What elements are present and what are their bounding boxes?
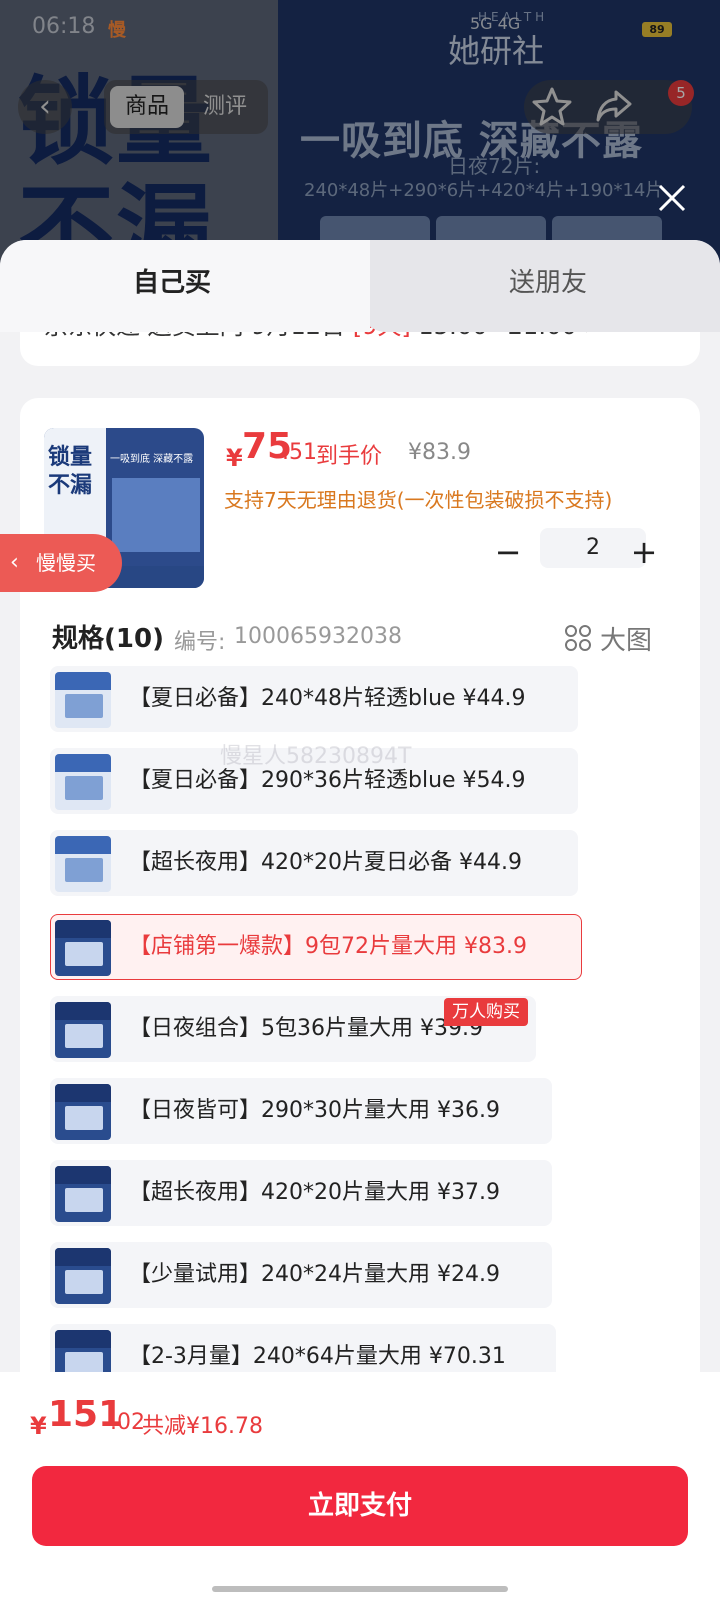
tab-gift-friend[interactable]: 送朋友: [360, 262, 720, 299]
slow-buy-label: 慢慢买: [36, 551, 96, 575]
spec-option[interactable]: 【夏日必备】240*48片轻透blue ¥44.9: [50, 666, 578, 732]
user-watermark: 慢星人58230894T: [220, 744, 412, 769]
big-view-button[interactable]: 大图: [600, 620, 652, 657]
final-price-label: 到手价: [316, 444, 383, 469]
spec-option-image: [55, 1166, 111, 1222]
close-icon[interactable]: [654, 180, 690, 216]
spec-option[interactable]: 【超长夜用】420*20片夏日必备 ¥44.9: [50, 830, 578, 896]
spec-option-label: 【超长夜用】420*20片夏日必备 ¥44.9: [129, 850, 522, 875]
total-decimal: .02: [110, 1410, 145, 1435]
spec-option[interactable]: 【少量试用】240*24片量大用 ¥24.9: [50, 1242, 552, 1308]
original-price: ¥83.9: [408, 440, 471, 465]
spec-option-image: [55, 836, 111, 892]
spec-option-selected[interactable]: 【店铺第一爆款】9包72片量大用 ¥83.9: [50, 914, 582, 980]
quantity-plus-button[interactable]: +: [626, 532, 662, 572]
thumbnail-slogan: 一吸到底 深藏不露: [110, 454, 194, 465]
slow-buy-tag[interactable]: ‹ 慢慢买: [0, 534, 122, 592]
spec-option[interactable]: 【日夜皆可】290*30片量大用 ¥36.9: [50, 1078, 552, 1144]
chevron-left-icon: ‹: [10, 550, 19, 575]
spec-option-label: 【超长夜用】420*20片量大用 ¥37.9: [129, 1180, 500, 1205]
quantity-minus-button[interactable]: −: [490, 532, 526, 572]
spec-option-image: [55, 920, 111, 976]
total-symbol: ¥: [30, 1412, 47, 1440]
return-policy: 支持7天无理由退货(一次性包装破损不支持): [224, 488, 613, 512]
spec-option-label: 【少量试用】240*24片量大用 ¥24.9: [129, 1262, 500, 1287]
spec-option-label: 【日夜皆可】290*30片量大用 ¥36.9: [129, 1098, 500, 1123]
tab-buy-self[interactable]: 自己买: [0, 262, 344, 299]
spec-option-label: 【店铺第一爆款】9包72片量大用 ¥83.9: [129, 934, 527, 959]
product-spec-card: 锁量不漏 一吸到底 深藏不露 ¥ 75 .51 到手价 ¥83.9 支持7天无理…: [20, 398, 700, 1398]
spec-option-image: [55, 1084, 111, 1140]
thumbnail-text: 锁量不漏: [48, 445, 93, 498]
price-decimal: .51: [282, 440, 317, 465]
pay-now-button[interactable]: 立即支付: [32, 1466, 688, 1546]
spec-option-image: [55, 1248, 111, 1304]
spec-code-label: 编号:: [174, 630, 226, 655]
hot-badge: 万人购买: [444, 998, 528, 1026]
spec-option-image: [55, 754, 111, 810]
spec-code: 100065932038: [234, 624, 402, 649]
spec-option-image: [55, 1002, 111, 1058]
total-saving: 共减¥16.78: [142, 1414, 263, 1439]
grid-icon[interactable]: [564, 624, 592, 652]
price-symbol: ¥: [226, 444, 243, 472]
spec-option-label: 【日夜组合】5包36片量大用 ¥39.9: [129, 1016, 483, 1041]
spec-option-label: 【夏日必备】240*48片轻透blue ¥44.9: [129, 686, 526, 711]
spec-option-image: [55, 672, 111, 728]
home-indicator[interactable]: [212, 1586, 508, 1592]
checkout-bar: ¥ 151 .02 共减¥16.78 立即支付: [0, 1372, 720, 1600]
spec-title: 规格(10): [52, 624, 164, 654]
spec-option[interactable]: 【超长夜用】420*20片量大用 ¥37.9: [50, 1160, 552, 1226]
